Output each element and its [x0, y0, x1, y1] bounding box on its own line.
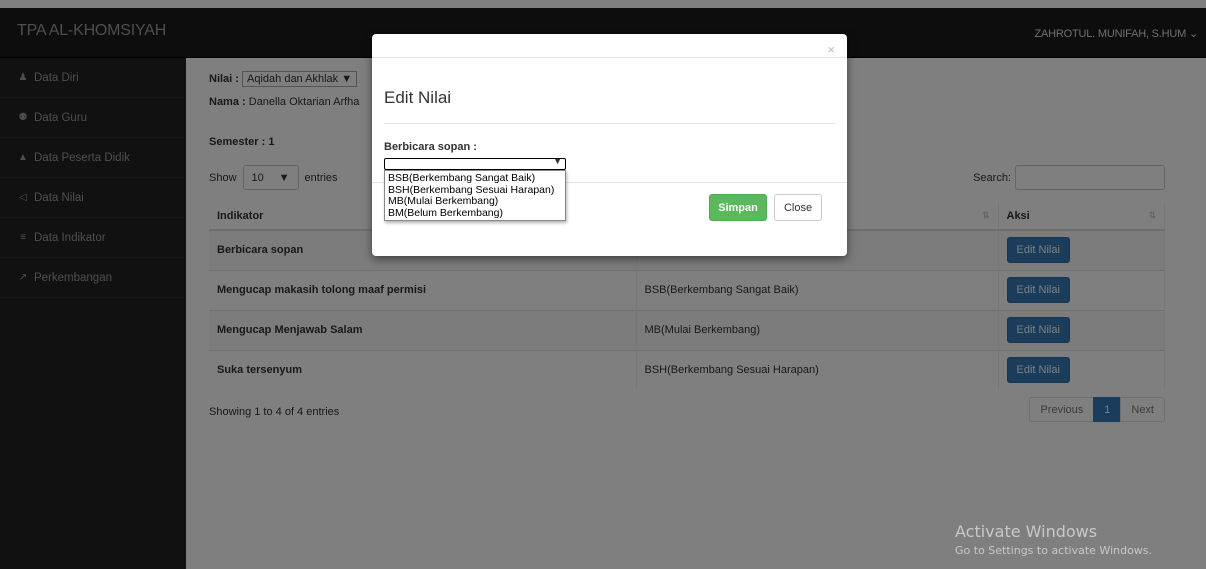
watermark-subtitle: Go to Settings to activate Windows. — [955, 544, 1153, 557]
activate-windows-watermark: Activate Windows Go to Settings to activ… — [955, 522, 1152, 557]
field-options-dropdown: BSB(Berkembang Sangat Baik) BSH(Berkemba… — [384, 170, 566, 221]
simpan-button[interactable]: Simpan — [709, 194, 767, 221]
chevron-down-icon: ▼ — [553, 156, 562, 166]
close-button[interactable]: Close — [774, 194, 822, 221]
watermark-title: Activate Windows — [955, 522, 1098, 541]
option-mb[interactable]: MB(Mulai Berkembang) — [385, 195, 565, 208]
edit-nilai-modal: × Edit Nilai Berbicara sopan : ▼ Simpan … — [372, 34, 847, 256]
divider — [384, 123, 835, 124]
nilai-field-select[interactable]: ▼ — [384, 156, 566, 170]
modal-header: × — [372, 34, 847, 58]
field-label: Berbicara sopan : — [384, 141, 477, 153]
option-bm[interactable]: BM(Belum Berkembang) — [385, 207, 565, 220]
option-bsb[interactable]: BSB(Berkembang Sangat Baik) — [385, 172, 565, 185]
modal-title: Edit Nilai — [384, 88, 452, 107]
close-icon[interactable]: × — [827, 43, 835, 56]
